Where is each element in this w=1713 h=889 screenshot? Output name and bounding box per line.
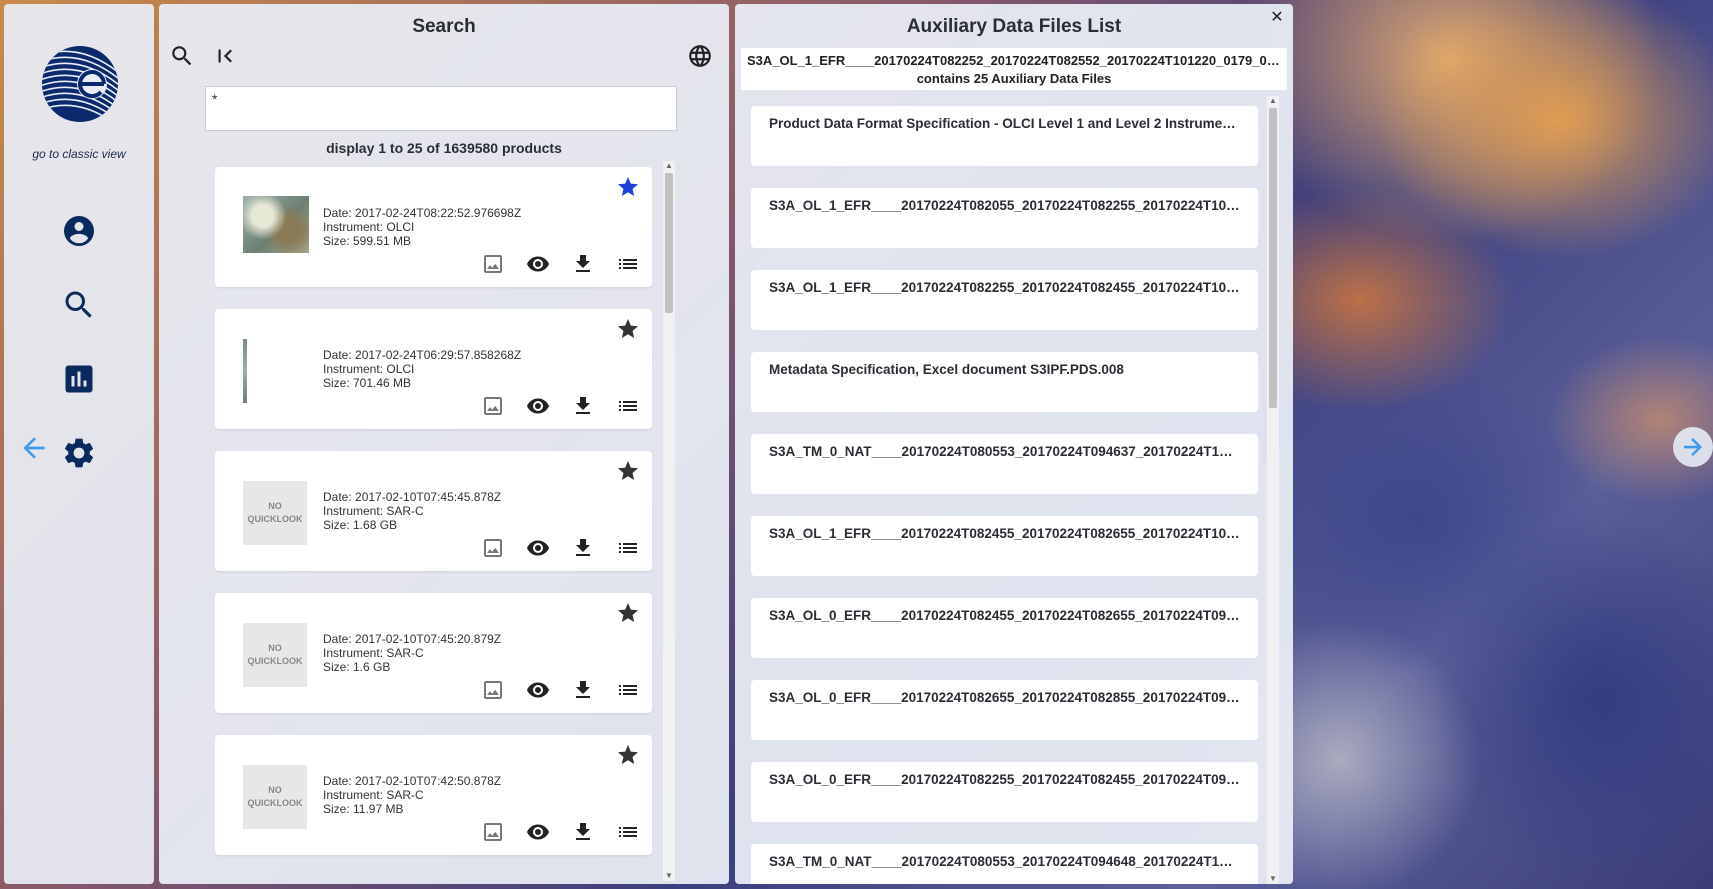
- star-icon[interactable]: [616, 459, 640, 483]
- results-list: Date: 2017-02-24T08:22:52.976698Z Instru…: [215, 167, 652, 877]
- arrow-right-icon[interactable]: [1673, 427, 1713, 467]
- quicklook-thumbnail[interactable]: [243, 196, 309, 253]
- product-card[interactable]: Date: 2017-02-24T08:22:52.976698Z Instru…: [215, 167, 652, 287]
- aux-file-item[interactable]: S3A_OL_1_EFR____20170224T082455_20170224…: [751, 516, 1258, 576]
- globe-icon[interactable]: [687, 43, 715, 71]
- list-icon[interactable]: [616, 252, 640, 276]
- product-card[interactable]: NO QUICKLOOK Date: 2017-02-10T07:45:45.87…: [215, 451, 652, 571]
- eye-icon[interactable]: [526, 820, 550, 844]
- product-date: Date: 2017-02-10T07:45:45.878Z: [323, 490, 502, 504]
- eye-icon[interactable]: [526, 252, 550, 276]
- aux-file-item[interactable]: S3A_OL_0_EFR____20170224T082255_20170224…: [751, 762, 1258, 822]
- aux-file-item[interactable]: S3A_OL_1_EFR____20170224T082255_20170224…: [751, 270, 1258, 330]
- search-panel: Search display 1 to 25 of 1639580 produc…: [159, 4, 729, 884]
- aux-file-list: Product Data Format Specification - OLCI…: [751, 106, 1258, 884]
- auxiliary-files-panel: Auxiliary Data Files List ✕ S3A_OL_1_EFR…: [735, 4, 1293, 884]
- star-icon[interactable]: [616, 317, 640, 341]
- scrollbar-thumb[interactable]: [1269, 108, 1277, 408]
- close-icon[interactable]: ✕: [1267, 8, 1287, 28]
- product-size: Size: 599.51 MB: [323, 234, 412, 248]
- scroll-down-arrow[interactable]: ▼: [663, 871, 675, 881]
- product-date: Date: 2017-02-24T06:29:57.858268Z: [323, 348, 522, 362]
- product-date: Date: 2017-02-10T07:45:20.879Z: [323, 632, 502, 646]
- list-icon[interactable]: [616, 678, 640, 702]
- product-card[interactable]: NO QUICKLOOK Date: 2017-02-10T07:45:20.87…: [215, 593, 652, 713]
- aux-product-header: S3A_OL_1_EFR____20170224T082252_20170224…: [741, 48, 1287, 90]
- image-icon[interactable]: [481, 536, 505, 560]
- aux-file-count: contains 25 Auxiliary Data Files: [916, 71, 1112, 86]
- results-scrollbar[interactable]: ▲ ▼: [663, 161, 675, 881]
- scroll-up-arrow[interactable]: ▲: [663, 161, 675, 171]
- scrollbar-thumb[interactable]: [665, 173, 673, 313]
- aux-file-item[interactable]: Metadata Specification, Excel document S…: [751, 352, 1258, 412]
- product-instrument: Instrument: OLCI: [323, 362, 415, 376]
- arrow-left-icon[interactable]: [18, 432, 50, 464]
- first-page-icon[interactable]: [212, 43, 240, 71]
- aux-file-item[interactable]: S3A_OL_1_EFR____20170224T082055_20170224…: [751, 188, 1258, 248]
- scroll-up-arrow[interactable]: ▲: [1267, 96, 1279, 106]
- download-icon[interactable]: [571, 820, 595, 844]
- star-icon[interactable]: [616, 175, 640, 199]
- search-query-input[interactable]: [205, 86, 677, 131]
- list-icon[interactable]: [616, 536, 640, 560]
- product-date: Date: 2017-02-24T08:22:52.976698Z: [323, 206, 522, 220]
- product-metadata: Date: 2017-02-10T07:45:20.879Z Instrumen…: [323, 632, 501, 674]
- product-instrument: Instrument: SAR-C: [323, 504, 424, 518]
- search-icon[interactable]: [169, 43, 197, 71]
- quicklook-thumbnail[interactable]: [243, 339, 247, 403]
- product-instrument: Instrument: SAR-C: [323, 646, 424, 660]
- download-icon[interactable]: [571, 536, 595, 560]
- download-icon[interactable]: [571, 252, 595, 276]
- eye-icon[interactable]: [526, 678, 550, 702]
- product-instrument: Instrument: OLCI: [323, 220, 415, 234]
- no-quicklook-placeholder: NO QUICKLOOK: [243, 481, 307, 545]
- product-size: Size: 701.46 MB: [323, 376, 412, 390]
- statistics-icon[interactable]: [61, 361, 97, 397]
- product-size: Size: 1.68 GB: [323, 518, 398, 532]
- settings-icon[interactable]: [61, 435, 97, 471]
- aux-file-item[interactable]: S3A_TM_0_NAT____20170224T080553_20170224…: [751, 844, 1258, 884]
- eye-icon[interactable]: [526, 536, 550, 560]
- search-icon[interactable]: [61, 287, 97, 323]
- product-metadata: Date: 2017-02-24T06:29:57.858268Z Instru…: [323, 348, 521, 390]
- star-icon[interactable]: [616, 743, 640, 767]
- product-size: Size: 11.97 MB: [323, 802, 404, 816]
- product-metadata: Date: 2017-02-24T08:22:52.976698Z Instru…: [323, 206, 521, 248]
- classic-view-link[interactable]: go to classic view: [4, 147, 154, 161]
- account-icon[interactable]: [61, 213, 97, 249]
- results-count: display 1 to 25 of 1639580 products: [326, 140, 562, 156]
- product-date: Date: 2017-02-10T07:42:50.878Z: [323, 774, 502, 788]
- product-card[interactable]: NO QUICKLOOK Date: 2017-02-10T07:42:50.87…: [215, 735, 652, 855]
- aux-panel-title: Auxiliary Data Files List: [906, 16, 1122, 37]
- image-icon[interactable]: [481, 678, 505, 702]
- list-icon[interactable]: [616, 820, 640, 844]
- aux-file-item[interactable]: S3A_OL_0_EFR____20170224T082655_20170224…: [751, 680, 1258, 740]
- list-icon[interactable]: [616, 394, 640, 418]
- no-quicklook-placeholder: NO QUICKLOOK: [243, 765, 307, 829]
- scroll-down-arrow[interactable]: ▼: [1267, 874, 1279, 884]
- no-quicklook-placeholder: NO QUICKLOOK: [243, 623, 307, 687]
- esa-logo: [40, 44, 120, 124]
- eye-icon[interactable]: [526, 394, 550, 418]
- image-icon[interactable]: [481, 820, 505, 844]
- product-instrument: Instrument: SAR-C: [323, 788, 424, 802]
- download-icon[interactable]: [571, 394, 595, 418]
- image-icon[interactable]: [481, 394, 505, 418]
- aux-file-item[interactable]: Product Data Format Specification - OLCI…: [751, 106, 1258, 166]
- product-card[interactable]: Date: 2017-02-24T06:29:57.858268Z Instru…: [215, 309, 652, 429]
- aux-scrollbar[interactable]: ▲ ▼: [1267, 96, 1279, 884]
- aux-file-item[interactable]: S3A_TM_0_NAT____20170224T080553_20170224…: [751, 434, 1258, 494]
- aux-product-name: S3A_OL_1_EFR____20170224T082252_20170224…: [747, 53, 1287, 68]
- download-icon[interactable]: [571, 678, 595, 702]
- aux-file-item[interactable]: S3A_OL_0_EFR____20170224T082455_20170224…: [751, 598, 1258, 658]
- left-navigation: go to classic view: [4, 4, 154, 884]
- product-metadata: Date: 2017-02-10T07:45:45.878Z Instrumen…: [323, 490, 501, 532]
- star-icon[interactable]: [616, 601, 640, 625]
- product-size: Size: 1.6 GB: [323, 660, 391, 674]
- image-icon[interactable]: [481, 252, 505, 276]
- product-metadata: Date: 2017-02-10T07:42:50.878Z Instrumen…: [323, 774, 501, 816]
- search-title: Search: [412, 16, 476, 37]
